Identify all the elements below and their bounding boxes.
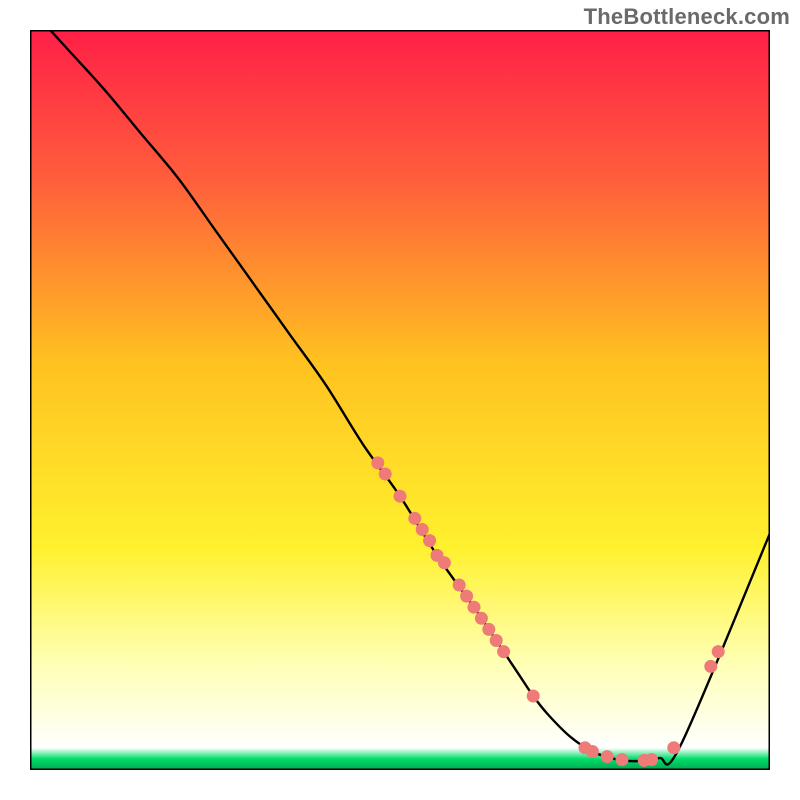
data-point (460, 590, 473, 603)
data-point (423, 534, 436, 547)
watermark-label: TheBottleneck.com (584, 4, 790, 30)
bottleneck-chart (30, 30, 770, 770)
data-point (712, 645, 725, 658)
data-point (667, 741, 680, 754)
data-point (497, 645, 510, 658)
data-point (616, 753, 629, 766)
data-point (468, 601, 481, 614)
data-point (527, 690, 540, 703)
data-point (645, 753, 658, 766)
data-point (453, 579, 466, 592)
data-point (416, 523, 429, 536)
chart-plot-area (30, 30, 770, 770)
gradient-background (30, 30, 770, 770)
data-point (601, 750, 614, 763)
data-point (394, 490, 407, 503)
data-point (379, 468, 392, 481)
data-point (490, 634, 503, 647)
data-point (371, 456, 384, 469)
data-point (482, 623, 495, 636)
data-point (408, 512, 421, 525)
data-point (475, 612, 488, 625)
data-point (438, 556, 451, 569)
data-point (704, 660, 717, 673)
data-point (586, 745, 599, 758)
